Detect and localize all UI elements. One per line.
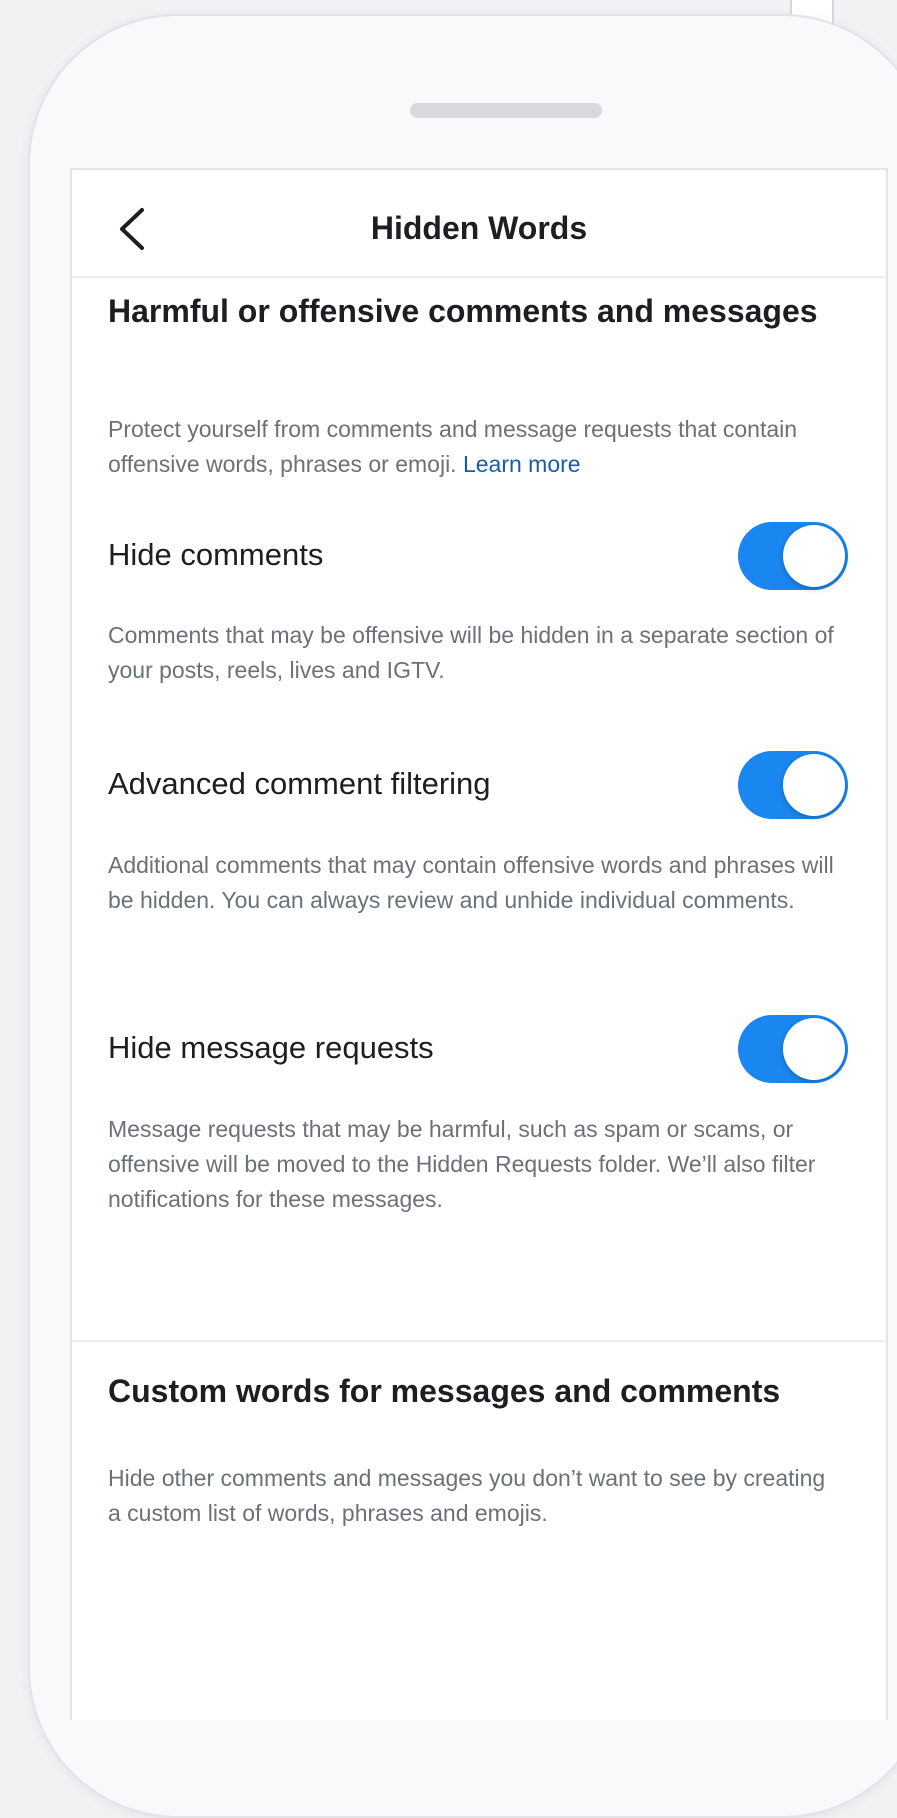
toggle-knob xyxy=(783,525,845,587)
learn-more-link[interactable]: Learn more xyxy=(463,451,581,477)
harmful-section-title: Harmful or offensive comments and messag… xyxy=(108,293,818,329)
toggle-knob xyxy=(783,754,845,816)
section-divider xyxy=(72,1340,886,1342)
hide-message-requests-description: Message requests that may be harmful, su… xyxy=(108,1116,816,1212)
hide-comments-label: Hide comments xyxy=(108,537,324,572)
toggle-knob xyxy=(783,1018,845,1080)
advanced-filtering-toggle[interactable] xyxy=(738,751,848,819)
harmful-description-text: Protect yourself from comments and messa… xyxy=(108,416,798,477)
page-title: Hidden Words xyxy=(370,210,588,246)
hide-message-requests-label: Hide message requests xyxy=(108,1030,434,1065)
custom-section-title: Custom words for messages and comments xyxy=(108,1373,781,1409)
phone-speaker xyxy=(410,103,602,118)
phone-screen: Hidden Words Harmful or offensive commen… xyxy=(70,168,888,1720)
top-nav-bar: Hidden Words xyxy=(72,170,886,278)
advanced-filtering-label: Advanced comment filtering xyxy=(108,766,491,801)
advanced-filtering-description: Additional comments that may contain off… xyxy=(108,852,834,913)
harmful-section-description: Protect yourself from comments and messa… xyxy=(108,412,838,482)
hide-message-requests-toggle[interactable] xyxy=(738,1015,848,1083)
scroll-fade xyxy=(72,1680,886,1720)
hide-comments-description: Comments that may be offensive will be h… xyxy=(108,622,834,683)
hide-comments-toggle[interactable] xyxy=(738,522,848,590)
custom-section-description: Hide other comments and messages you don… xyxy=(108,1465,826,1526)
